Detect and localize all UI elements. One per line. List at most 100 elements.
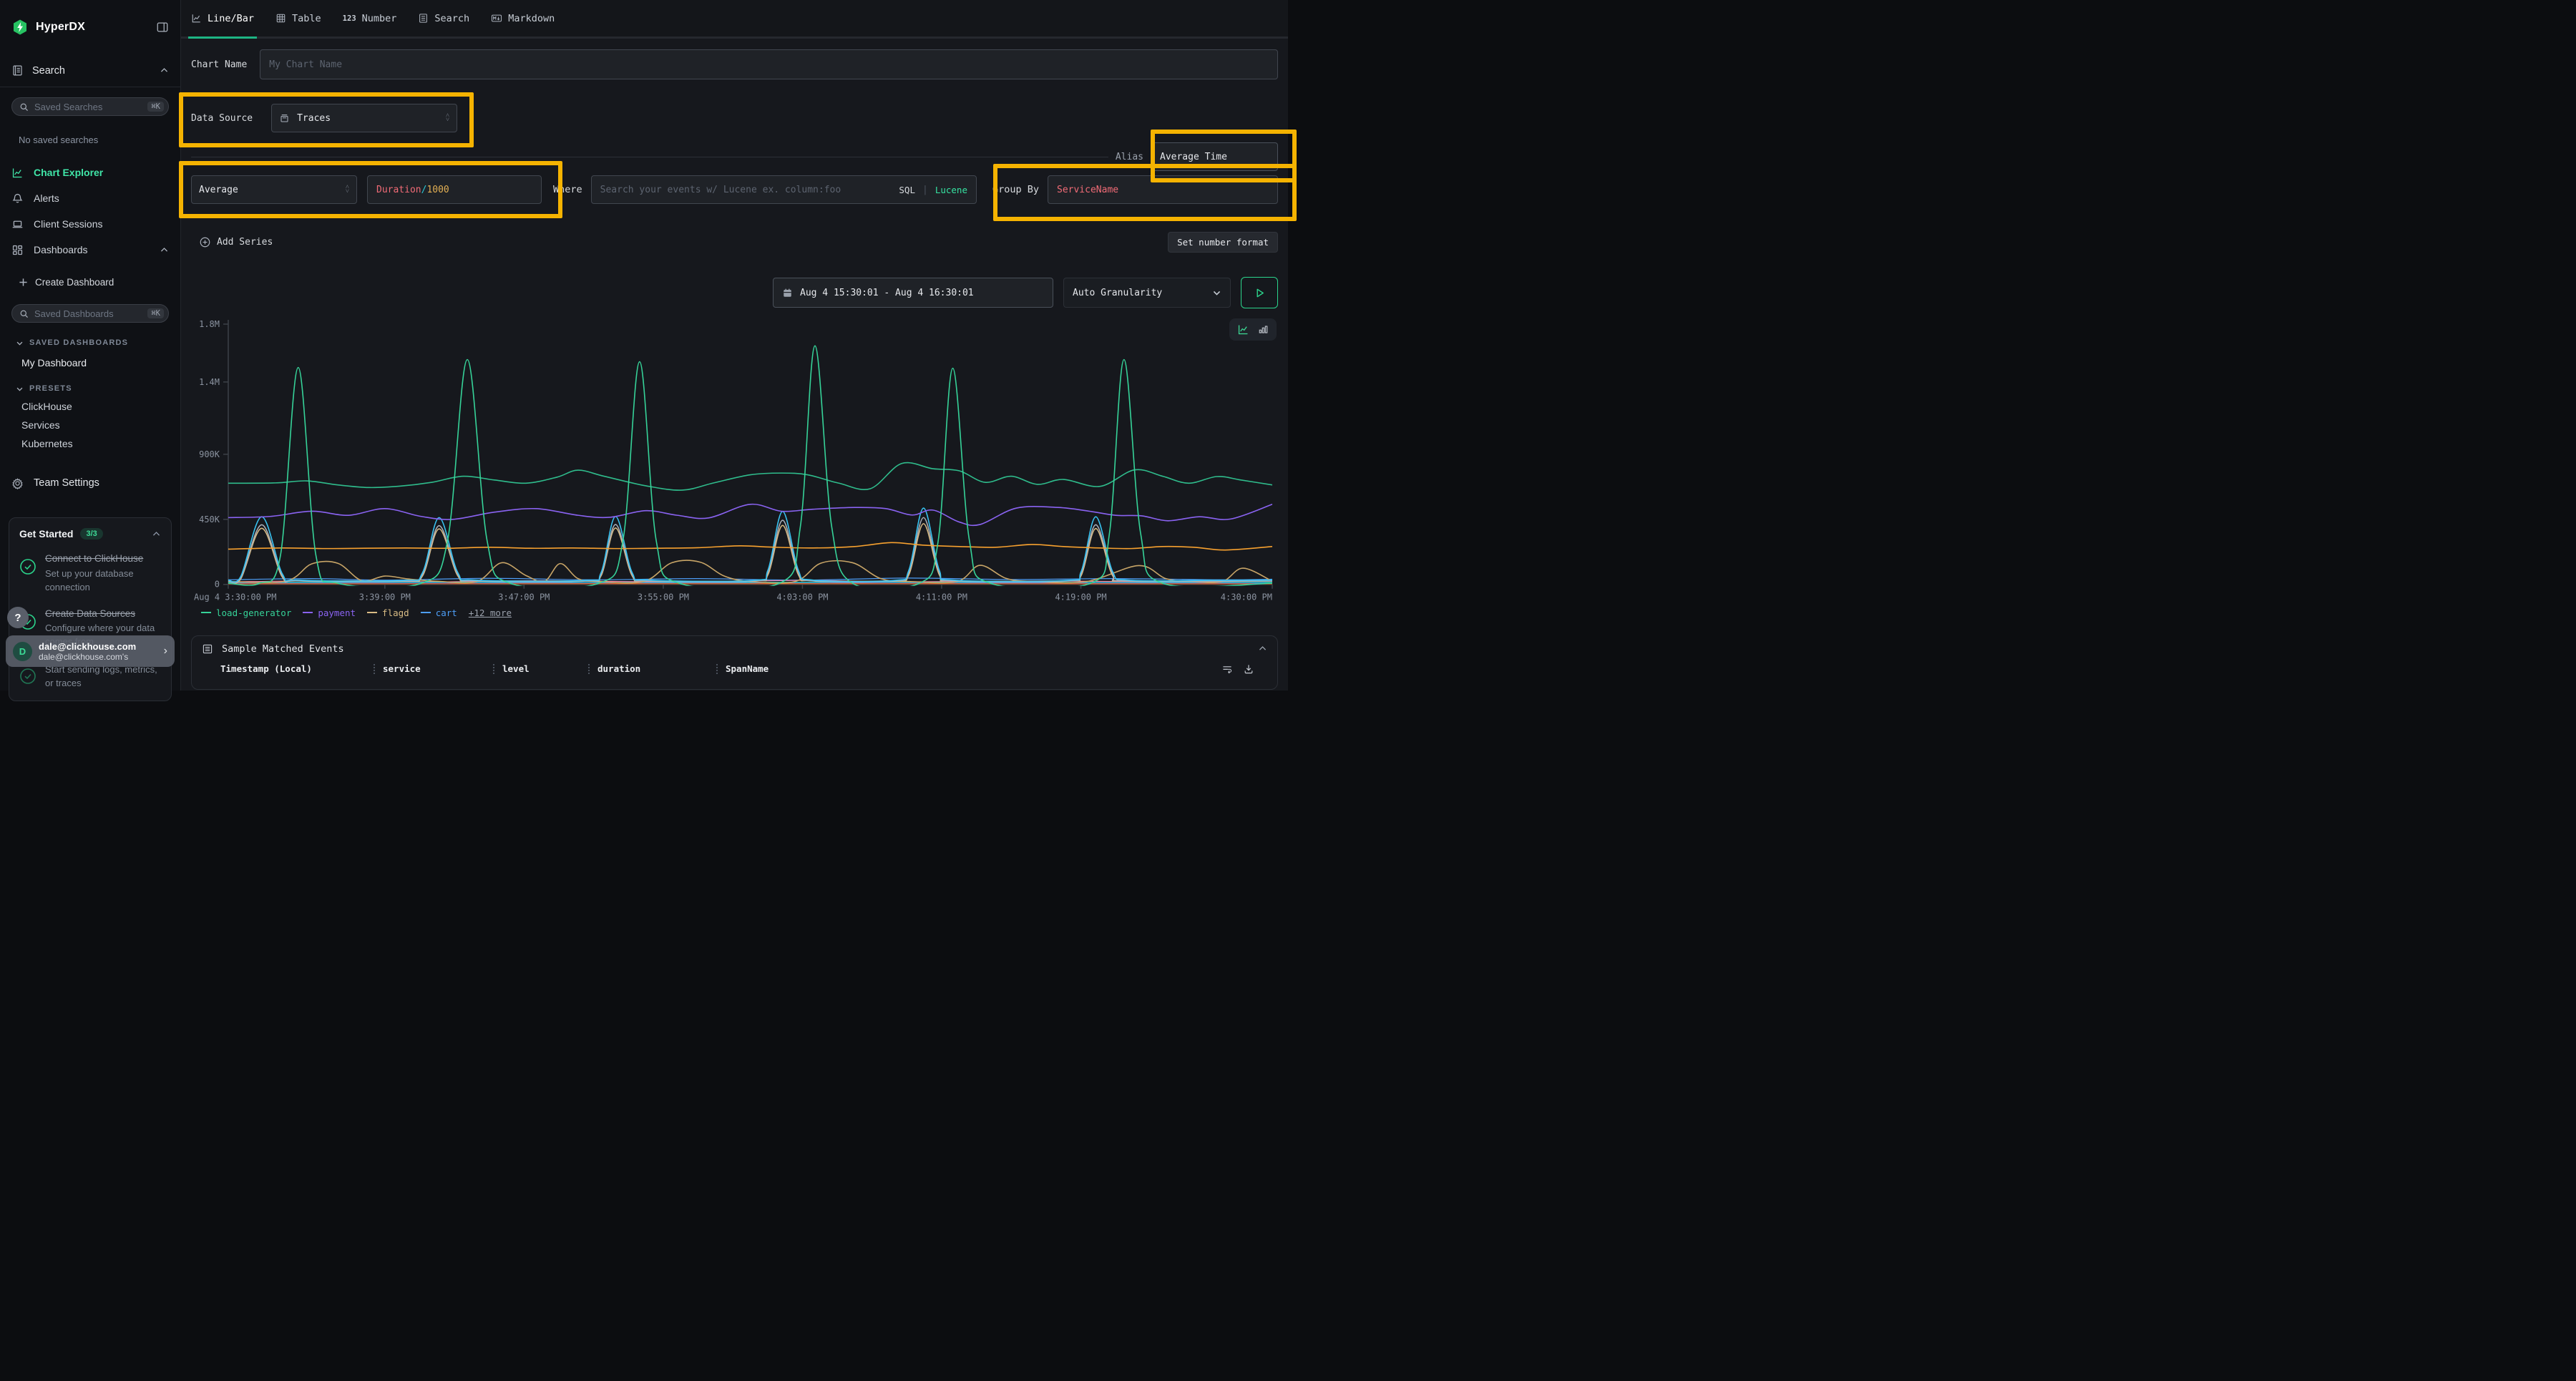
legend-item[interactable]: cart xyxy=(421,607,457,618)
dashboard-item-my-dashboard[interactable]: My Dashboard xyxy=(21,357,180,369)
step-description: Set up your database connection xyxy=(45,567,161,595)
legend-item[interactable]: payment xyxy=(303,607,356,618)
get-started-step[interactable]: Connect to ClickHouse Set up your databa… xyxy=(19,552,161,595)
column-resize-handle[interactable] xyxy=(588,664,590,674)
sql-mode-button[interactable]: SQL xyxy=(899,185,915,195)
time-range-value: Aug 4 15:30:01 - Aug 4 16:30:01 xyxy=(800,288,974,298)
aggregation-select[interactable]: Average ˄˅ xyxy=(191,175,357,204)
where-search-input[interactable]: Search your events w/ Lucene ex. column:… xyxy=(591,175,977,204)
chart-svg[interactable]: 1.8M1.4M900K450K0Aug 4 3:30:00 PM3:39:00… xyxy=(191,316,1278,605)
line-mode-button[interactable] xyxy=(1237,323,1249,336)
data-source-label: Data Source xyxy=(191,113,253,124)
play-icon xyxy=(1254,288,1265,298)
user-subtitle: dale@clickhouse.com's xyxy=(39,652,157,662)
tab-label: Table xyxy=(292,13,321,24)
tab-search[interactable]: Search xyxy=(418,0,469,36)
legend-item[interactable]: flagd xyxy=(367,607,409,618)
chart-name-label: Chart Name xyxy=(191,59,247,70)
updown-chevrons-icon: ˄˅ xyxy=(346,185,349,194)
line-chart-icon xyxy=(11,167,24,179)
sidebar-section-search[interactable]: Search xyxy=(0,64,180,87)
preset-item-clickhouse[interactable]: ClickHouse xyxy=(21,401,180,411)
sidebar-item-team-settings[interactable]: Team Settings xyxy=(0,470,180,496)
data-source-select[interactable]: Traces ˄˅ xyxy=(271,104,457,132)
chevron-up-icon[interactable] xyxy=(152,530,161,539)
sidebar-item-dashboards[interactable]: Dashboards xyxy=(0,237,180,263)
chart-legend: load-generator payment flagd cart +12 mo… xyxy=(201,607,1278,618)
preset-item-services[interactable]: Services xyxy=(21,420,180,430)
wrap-text-icon[interactable] xyxy=(1221,663,1233,675)
chevron-down-icon xyxy=(16,385,24,393)
step-description: Start sending logs, metrics, or traces xyxy=(45,663,161,690)
alias-input[interactable]: Average Time xyxy=(1151,142,1278,171)
download-icon[interactable] xyxy=(1243,663,1254,675)
add-series-label: Add Series xyxy=(217,237,273,248)
column-header-duration[interactable]: duration xyxy=(588,663,716,674)
bell-icon xyxy=(11,192,24,205)
main-panel: Line/Bar Table 123 Number Search xyxy=(181,0,1288,690)
group-by-input[interactable]: ServiceName xyxy=(1048,175,1278,204)
collapse-chevron-icon[interactable] xyxy=(1258,644,1267,653)
sidebar-collapse-icon[interactable] xyxy=(156,21,169,34)
sidebar-item-chart-explorer[interactable]: Chart Explorer xyxy=(0,160,180,185)
saved-searches-input[interactable]: Saved Searches ⌘K xyxy=(11,97,169,116)
saved-dashboards-header-label: SAVED DASHBOARDS xyxy=(29,338,128,347)
svg-text:3:55:00 PM: 3:55:00 PM xyxy=(638,592,689,602)
markdown-icon xyxy=(491,13,502,24)
where-label: Where xyxy=(553,184,582,195)
tab-markdown[interactable]: Markdown xyxy=(491,0,555,36)
time-range-input[interactable]: Aug 4 15:30:01 - Aug 4 16:30:01 xyxy=(773,278,1053,308)
sidebar-item-client-sessions[interactable]: Client Sessions xyxy=(0,211,180,237)
set-number-format-button[interactable]: Set number format xyxy=(1168,232,1278,253)
saved-dashboards-group-header[interactable]: SAVED DASHBOARDS xyxy=(16,338,180,347)
tab-number[interactable]: 123 Number xyxy=(343,0,397,36)
sidebar-item-alerts[interactable]: Alerts xyxy=(0,185,180,211)
sidebar-item-label: Alerts xyxy=(34,192,169,204)
chart-name-input[interactable] xyxy=(260,49,1278,79)
column-header-service[interactable]: service xyxy=(374,663,493,674)
presets-header-label: PRESETS xyxy=(29,384,72,393)
user-account-chip[interactable]: D dale@clickhouse.com dale@clickhouse.co… xyxy=(6,635,175,667)
column-header-level[interactable]: level xyxy=(493,663,588,674)
column-resize-handle[interactable] xyxy=(493,664,494,674)
sidebar: HyperDX Search Saved Searches ⌘K No save… xyxy=(0,0,181,690)
legend-label: payment xyxy=(318,607,356,618)
saved-dashboards-input[interactable]: Saved Dashboards ⌘K xyxy=(11,304,169,323)
data-source-value: Traces xyxy=(297,113,439,124)
column-header-spanname[interactable]: SpanName xyxy=(716,663,1221,674)
brand-name: HyperDX xyxy=(36,21,149,34)
expression-input[interactable]: Duration/1000 xyxy=(367,175,542,204)
granularity-select[interactable]: Auto Granularity xyxy=(1063,278,1231,308)
bar-mode-button[interactable] xyxy=(1258,324,1269,335)
run-query-button[interactable] xyxy=(1241,277,1278,308)
column-header-timestamp[interactable]: Timestamp (Local) xyxy=(202,663,374,674)
svg-text:1.4M: 1.4M xyxy=(199,377,220,387)
legend-swatch xyxy=(421,612,431,613)
tab-label: Number xyxy=(362,13,397,24)
dashboards-icon xyxy=(11,244,24,256)
help-button[interactable]: ? xyxy=(7,607,29,628)
preset-item-kubernetes[interactable]: Kubernetes xyxy=(21,439,180,449)
svg-text:0: 0 xyxy=(215,580,220,590)
add-series-button[interactable]: Add Series xyxy=(200,237,273,248)
get-started-progress-badge: 3/3 xyxy=(80,528,102,540)
search-icon xyxy=(19,102,29,112)
tab-label: Line/Bar xyxy=(208,13,254,24)
lucene-mode-button[interactable]: Lucene xyxy=(935,185,967,195)
legend-more-link[interactable]: +12 more xyxy=(469,607,512,618)
svg-text:4:30:00 PM: 4:30:00 PM xyxy=(1221,592,1272,602)
presets-group-header[interactable]: PRESETS xyxy=(16,384,180,393)
legend-item[interactable]: load-generator xyxy=(201,607,291,618)
column-resize-handle[interactable] xyxy=(374,664,375,674)
svg-text:4:11:00 PM: 4:11:00 PM xyxy=(916,592,967,602)
create-dashboard-button[interactable]: Create Dashboard xyxy=(0,270,180,294)
create-dashboard-label: Create Dashboard xyxy=(35,277,114,288)
sidebar-item-label: Client Sessions xyxy=(34,218,169,230)
svg-text:3:47:00 PM: 3:47:00 PM xyxy=(498,592,550,602)
list-box-icon xyxy=(202,643,213,655)
tab-line-bar[interactable]: Line/Bar xyxy=(191,0,254,36)
tab-table[interactable]: Table xyxy=(275,0,321,36)
alias-label: Alias xyxy=(1116,152,1143,162)
chevron-down-icon xyxy=(16,339,24,347)
column-resize-handle[interactable] xyxy=(716,664,718,674)
